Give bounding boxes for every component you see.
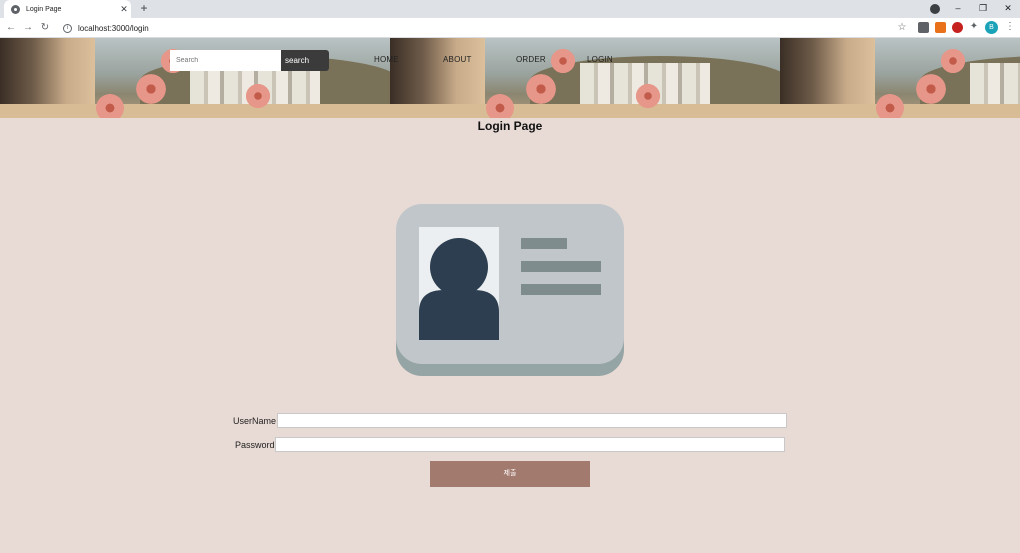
minimize-button[interactable]: – (946, 1, 970, 15)
reload-icon[interactable]: ↻ (38, 21, 52, 35)
nav-order[interactable]: ORDER (516, 55, 546, 64)
url-text: localhost:3000/login (78, 23, 149, 33)
browser-toolbar: ← → ↻ i localhost:3000/login ☆ (0, 18, 1020, 38)
nav-login[interactable]: LOGIN (587, 55, 613, 64)
search-button[interactable]: search (281, 50, 329, 71)
page-title: Login Page (477, 119, 543, 133)
profile-avatar[interactable]: B (985, 21, 998, 34)
extension-icon-3[interactable] (952, 22, 963, 33)
address-bar[interactable]: i localhost:3000/login (60, 20, 885, 36)
nav-about[interactable]: ABOUT (443, 55, 472, 64)
extension-icon-2[interactable] (935, 22, 946, 33)
password-label: Password (235, 440, 275, 450)
username-input[interactable] (277, 413, 787, 428)
banner-photo-3 (780, 38, 1020, 118)
forward-icon[interactable]: → (21, 21, 35, 35)
tab-title: Login Page (26, 5, 62, 13)
browser-tab-bar: Login Page ✕ + – ❐ ✕ (0, 0, 1020, 18)
bookmark-star-icon[interactable]: ☆ (895, 21, 909, 35)
close-window-button[interactable]: ✕ (996, 1, 1020, 15)
media-control-icon[interactable] (930, 4, 940, 14)
extension-icon-1[interactable] (918, 22, 929, 33)
banner-photo-2 (390, 38, 780, 118)
info-icon[interactable]: i (63, 23, 72, 33)
extensions-puzzle-icon[interactable]: ✦ (967, 20, 981, 34)
header-banner (0, 38, 1020, 118)
submit-button[interactable]: 제출 (430, 461, 590, 487)
browser-tab[interactable]: Login Page ✕ (4, 0, 131, 18)
search-input[interactable] (170, 50, 281, 71)
new-tab-button[interactable]: + (137, 1, 151, 17)
globe-icon (11, 4, 20, 14)
back-icon[interactable]: ← (4, 21, 18, 35)
tab-close-icon[interactable]: ✕ (117, 4, 131, 15)
id-card-icon (396, 204, 624, 376)
username-label: UserName (233, 416, 277, 426)
password-input[interactable] (275, 437, 785, 452)
nav-home[interactable]: HOME (374, 55, 399, 64)
browser-menu-icon[interactable]: ⋮ (1003, 20, 1017, 34)
restore-button[interactable]: ❐ (971, 1, 995, 15)
